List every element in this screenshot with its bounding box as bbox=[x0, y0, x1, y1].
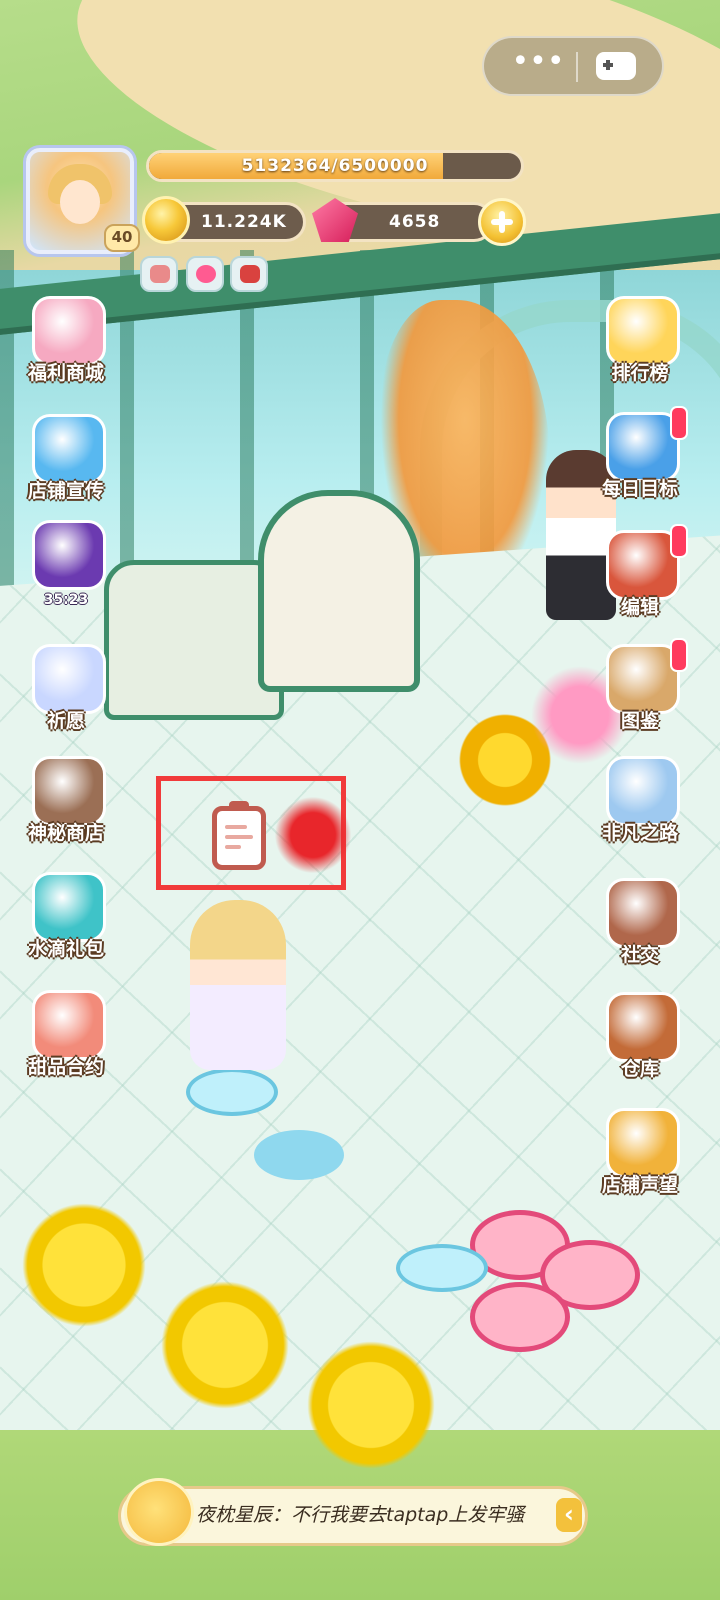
menu-button-dessert-contract[interactable]: 甜品合约 bbox=[18, 990, 114, 1094]
chat-message: 夜枕星辰：不行我要去taptap上发牢骚 bbox=[196, 1504, 525, 1526]
coin-amount: 11.224K bbox=[201, 212, 287, 232]
menu-label: 祈愿 bbox=[46, 710, 85, 732]
moon-crystal-icon bbox=[32, 644, 106, 714]
heart-table[interactable] bbox=[470, 1282, 570, 1352]
player-level-badge: 40 bbox=[104, 224, 140, 252]
clipboard-line bbox=[225, 845, 241, 849]
winter-jasmine-pot[interactable] bbox=[296, 1330, 446, 1480]
menu-label: 店铺宣传 bbox=[27, 480, 104, 502]
menu-button-leaderboard[interactable]: 排行榜 bbox=[592, 296, 688, 400]
clipboard-line bbox=[225, 835, 253, 839]
menu-button-welfare-shop[interactable]: 福利商城 bbox=[18, 296, 114, 400]
vip-shop-icon bbox=[32, 296, 106, 366]
menu-label: 甜品合约 bbox=[27, 1056, 104, 1078]
red-spider-lily-pot[interactable] bbox=[268, 790, 358, 880]
menu-label: 神秘商店 bbox=[27, 822, 104, 844]
warehouse-icon bbox=[606, 992, 680, 1062]
menu-button-catalog[interactable]: 图鉴 bbox=[592, 638, 688, 748]
menu-label: 非凡之路 bbox=[601, 822, 678, 844]
player-character[interactable] bbox=[190, 900, 286, 1070]
gamepad-icon[interactable] bbox=[596, 52, 636, 80]
task-clipboard-icon[interactable] bbox=[212, 801, 266, 870]
notification-alert-icon bbox=[670, 524, 688, 558]
camera-icon bbox=[32, 414, 106, 484]
menu-button-store-reputation[interactable]: 店铺声望 bbox=[592, 1108, 688, 1212]
furniture-shortcut-icon[interactable] bbox=[140, 256, 178, 292]
menu-button-mystery-book[interactable]: 35:23 bbox=[18, 520, 114, 624]
menu-button-social[interactable]: 社交 bbox=[592, 878, 688, 982]
coin-icon bbox=[142, 196, 190, 244]
menu-button-daily-goal[interactable]: 每日目标 bbox=[592, 406, 688, 516]
clipboard-line bbox=[225, 825, 247, 829]
calendar-icon bbox=[606, 412, 680, 482]
menu-label: 店铺声望 bbox=[601, 1174, 678, 1196]
menu-label: 福利商城 bbox=[27, 362, 104, 384]
menu-button-store-promo[interactable]: 店铺宣传 bbox=[18, 414, 114, 518]
heart-icon[interactable] bbox=[186, 256, 224, 292]
menu-button-mystery-shop[interactable]: 神秘商店 bbox=[18, 756, 114, 860]
menu-label: 排行榜 bbox=[611, 362, 669, 384]
notification-alert-icon bbox=[670, 638, 688, 672]
gem-amount: 4658 bbox=[389, 212, 441, 232]
notification-alert-icon bbox=[670, 406, 688, 440]
menu-button-water-gift[interactable]: 水滴礼包 bbox=[18, 872, 114, 976]
shopkeeper-portrait-icon bbox=[32, 756, 106, 826]
hammer-toolbox-icon bbox=[606, 530, 680, 600]
espresso-machine[interactable] bbox=[258, 490, 420, 692]
menu-button-warehouse[interactable]: 仓库 bbox=[592, 992, 688, 1096]
menu-label: 社交 bbox=[620, 944, 659, 966]
menu-label: 水滴礼包 bbox=[27, 938, 104, 960]
menu-button-edit[interactable]: 编辑 bbox=[592, 524, 688, 634]
countdown-timer: 35:23 bbox=[43, 592, 89, 608]
add-gems-button[interactable] bbox=[478, 198, 526, 246]
open-book-icon bbox=[606, 644, 680, 714]
chat-emoji-icon[interactable] bbox=[124, 1478, 194, 1546]
water-table[interactable] bbox=[186, 1068, 278, 1116]
winter-jasmine-pot[interactable] bbox=[150, 1270, 300, 1420]
more-options-icon[interactable]: ••• bbox=[510, 47, 566, 78]
menu-label: 每日目标 bbox=[601, 478, 678, 500]
experience-bar: 5132364/6500000 bbox=[146, 150, 524, 182]
water-gift-icon bbox=[32, 872, 106, 942]
mystery-book-icon bbox=[32, 520, 106, 590]
dessert-scroll-icon bbox=[32, 990, 106, 1060]
menu-label: 仓库 bbox=[620, 1058, 659, 1080]
capsule-divider bbox=[576, 52, 578, 82]
experience-text: 5132364/6500000 bbox=[241, 156, 429, 176]
oven-counter[interactable] bbox=[104, 560, 284, 720]
flower-shortcut-icon[interactable] bbox=[230, 256, 268, 292]
menu-label: 编辑 bbox=[620, 596, 659, 618]
map-tile-icon bbox=[606, 756, 680, 826]
winter-jasmine-pot[interactable] bbox=[14, 1190, 154, 1340]
menu-button-wish[interactable]: 祈愿 bbox=[18, 644, 114, 748]
mini-program-capsule: ••• bbox=[482, 36, 664, 96]
friends-icon bbox=[606, 878, 680, 948]
cupcake-icon bbox=[606, 1108, 680, 1178]
menu-label: 图鉴 bbox=[620, 710, 659, 732]
water-table[interactable] bbox=[396, 1244, 488, 1292]
avatar-face bbox=[60, 180, 100, 224]
dolphin-decoration[interactable] bbox=[254, 1130, 344, 1180]
chat-collapse-button[interactable]: ‹ bbox=[556, 1498, 582, 1532]
podium-icon bbox=[606, 296, 680, 366]
menu-button-extraordinary-road[interactable]: 非凡之路 bbox=[592, 756, 688, 860]
